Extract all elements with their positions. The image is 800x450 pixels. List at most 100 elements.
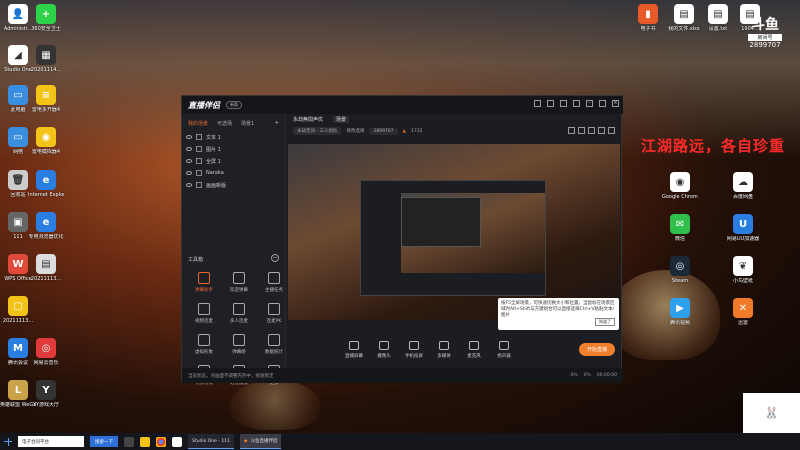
speaker-button[interactable]: 扬声器 (493, 341, 515, 359)
desktop-icon[interactable]: ◎ 网易云音乐 (28, 338, 64, 366)
tool-danmu-helper[interactable]: 弹幕助手 (188, 272, 220, 293)
tool-multi-link[interactable]: 多人连麦 (223, 303, 255, 324)
streaming-app-window: 直播伴侣 新版 – × 我的场景 可选场 场景1 + 文本 1 图片 1 全屏 … (181, 95, 623, 386)
task-view-icon[interactable] (124, 436, 134, 447)
tool-pk[interactable]: 连麦PK (258, 303, 290, 324)
tool-danmu-ji[interactable]: 弹幕姬 (223, 334, 255, 355)
tool-label: 连麦PK (266, 319, 282, 324)
app-icon: ▭ (8, 127, 28, 147)
eye-icon[interactable] (186, 135, 192, 139)
desktop-icon[interactable]: ✕ 迅雷 (725, 298, 761, 326)
desktop-icon[interactable]: ✉ 微信 (662, 214, 698, 242)
lock-icon[interactable] (196, 134, 202, 140)
eye-icon[interactable] (186, 171, 192, 175)
source-label: Naraka (206, 170, 224, 176)
mic-button[interactable]: 麦克风 (463, 341, 485, 359)
lock-icon[interactable] (196, 170, 202, 176)
chrome-icon[interactable] (156, 436, 166, 447)
tip-text: 按F5全屏场景，可快速切换大小和位置，当鼠标在场景区域时Alt+Shift与方键… (501, 301, 615, 318)
source-item[interactable]: Naraka (182, 167, 285, 179)
eye-icon[interactable] (186, 183, 192, 187)
desktop-icon-label: 迅雷 (737, 320, 748, 326)
settings-icon[interactable] (560, 100, 567, 107)
source-item[interactable]: 全屏 1 (182, 155, 285, 167)
tab-my-scenes[interactable]: 我的场景 (188, 120, 208, 127)
overlay-text: 江湖路远，各自珍重 (641, 137, 786, 155)
desktop-icon[interactable]: ▤ 设置.txt (700, 4, 736, 32)
desktop-icon-label: 腾讯视频 (669, 320, 690, 326)
lock-icon[interactable] (196, 182, 202, 188)
file-explorer-icon[interactable] (140, 436, 150, 447)
close-icon[interactable]: × (612, 100, 619, 107)
gift-icon[interactable] (534, 100, 541, 107)
desktop-icon[interactable]: ▶ 腾讯视频 (662, 298, 698, 326)
modify-link[interactable]: 修改选择 (346, 128, 364, 134)
viewer-count: 2899707 (369, 127, 398, 135)
menu-icon[interactable] (573, 100, 580, 107)
tab-title[interactable]: 永劫無間声优 (293, 116, 323, 123)
task-label: 斗鱼直播伴侣 (250, 439, 278, 444)
tip-ok-button[interactable]: 知道了 (595, 318, 615, 326)
tool-video-link[interactable]: 视频连麦 (188, 303, 220, 324)
screen-button[interactable]: 直播屏幕 (343, 341, 365, 359)
lock-icon[interactable] (196, 158, 202, 164)
app-icon: ◢ (8, 45, 28, 65)
taskbar-search-button[interactable]: 搜索一下 (90, 436, 118, 447)
lock-icon[interactable] (196, 146, 202, 152)
desktop-icon[interactable]: ▢ 20211113... (0, 296, 36, 324)
desktop-icon[interactable]: ◉ 雷电模拟器4 (28, 127, 64, 155)
taskbar-search-input[interactable]: 电子合同平台 (18, 436, 84, 447)
tab-scene1[interactable]: 场景1 (241, 120, 254, 127)
desktop-icon[interactable]: ◉ Google Chrome (662, 172, 698, 200)
share-icon[interactable] (598, 126, 605, 134)
source-item[interactable]: 文本 1 (182, 131, 285, 143)
desktop-icon-label: 电子书 (640, 26, 656, 32)
tool-stats[interactable]: 数据统计 (258, 334, 290, 355)
app-icon: L (8, 380, 28, 400)
media-button[interactable]: 多媒体 (433, 341, 455, 359)
tool-welcome[interactable]: 欢迎弹幕 (223, 272, 255, 293)
studio-one-taskbar-icon[interactable] (172, 436, 182, 447)
tool-avatar[interactable]: 虚拟形象 (188, 334, 220, 355)
desktop-icon[interactable]: Y YY游戏大厅 (28, 380, 64, 408)
lock-icon[interactable] (568, 126, 575, 134)
desktop-icon[interactable]: ▤ 20211113... (28, 254, 64, 282)
phone-button[interactable]: 手机投屏 (403, 341, 425, 359)
windows-start-icon[interactable] (4, 437, 12, 446)
source-item[interactable]: 画画新版 (182, 179, 285, 191)
eye-icon[interactable] (186, 159, 192, 163)
layout-icon[interactable] (578, 126, 585, 134)
desktop-icon[interactable]: U 网易UU加速器 (725, 214, 761, 242)
tab-scene[interactable]: 场景 (333, 115, 350, 123)
preview-canvas[interactable] (288, 144, 620, 320)
desktop-icon[interactable]: +360安全卫士 (28, 4, 64, 32)
desktop-icon[interactable]: ≡ 雷电多开器4 (28, 85, 64, 113)
desktop-icon[interactable]: e 专用浏览器优化 (28, 212, 64, 240)
source-item[interactable]: 图片 1 (182, 143, 285, 155)
desktop-icon[interactable]: ▮ 电子书 (630, 4, 666, 32)
task-douyu[interactable]: ◆ 斗鱼直播伴侣 (240, 434, 282, 449)
fullscreen-icon[interactable] (588, 126, 595, 134)
camera-button[interactable]: 摄像头 (373, 341, 395, 359)
message-icon[interactable] (547, 100, 554, 107)
desktop-icon[interactable]: ❦ 小鸟壁纸 (725, 256, 761, 284)
tab-optional[interactable]: 可选场 (217, 120, 232, 127)
tool-task[interactable]: 主播任务 (258, 272, 290, 293)
category-select[interactable]: 永劫无间 - 三人组队 (293, 127, 342, 135)
version-badge[interactable]: 新版 (226, 101, 242, 109)
preview-icon[interactable] (608, 126, 615, 134)
desktop-icon[interactable]: ▤ 我的文件.xlsx (666, 4, 702, 32)
eye-icon[interactable] (186, 147, 192, 151)
app-icon: ▶ (670, 298, 690, 318)
start-live-button[interactable]: 开始直播 (578, 343, 615, 356)
maximize-icon[interactable] (599, 100, 606, 107)
add-scene-icon[interactable]: + (275, 120, 279, 127)
minimize-icon[interactable]: – (586, 100, 593, 107)
toolbox-more-icon[interactable]: − (271, 254, 279, 262)
desktop-icon[interactable]: ☁ 百度网盘 (725, 172, 761, 200)
desktop-icon[interactable]: ▦ 20201114... (28, 45, 64, 73)
task-studio-one[interactable]: Studio One - 111 (188, 434, 234, 449)
desktop-icon[interactable]: ◎ Steam (662, 256, 698, 284)
desktop-icon[interactable]: e Internet Explorer (28, 170, 64, 198)
app-icon: ▮ (638, 4, 658, 24)
